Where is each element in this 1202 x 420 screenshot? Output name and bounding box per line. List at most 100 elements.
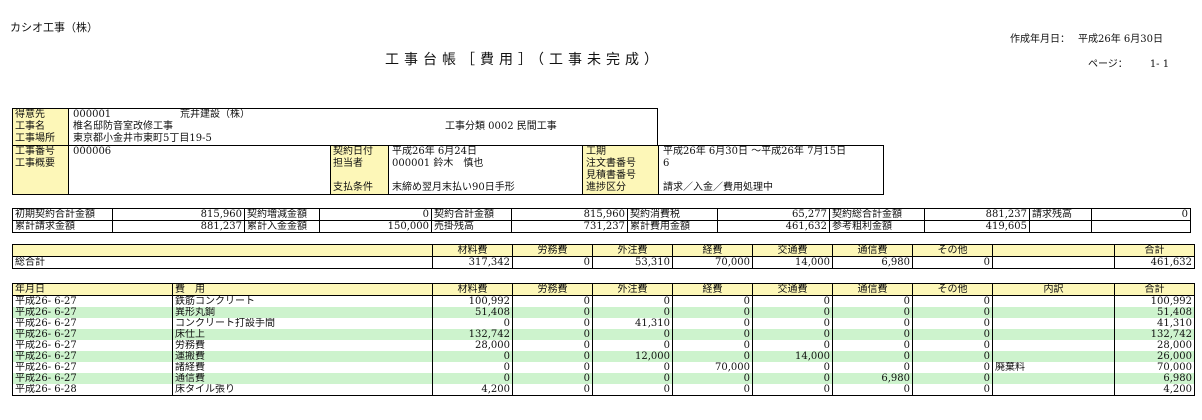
row-amount: 0 [672,307,753,318]
row-total: 132,742 [1114,329,1195,340]
row-amount: 0 [672,351,753,362]
company-name: カシオ工事（株） [10,21,98,34]
row-item: 通信費 [172,373,433,384]
info-lower-divider-4 [582,145,583,195]
detail-header: 労務費 [512,283,593,296]
detail-header: 交通費 [752,283,833,296]
table-row: 平成26- 6-27 通信費 0 0 0 0 0 6,980 0 6,980 [12,373,1195,384]
progress-status: 請求／入金／費用処理中 [663,182,773,193]
summary-header-blank [12,244,433,257]
row-date: 平成26- 6-27 [12,351,173,362]
row-amount: 0 [912,351,993,362]
created-date-label: 作成年月日： [1010,34,1070,45]
table-row: 平成26- 6-27 労務費 28,000 0 0 0 0 0 0 28,000 [12,340,1195,351]
row-amount: 0 [912,307,993,318]
amount-value: 461,632 [717,220,830,233]
order-no: 6 [663,158,670,169]
row-amount: 0 [592,307,673,318]
summary-value: 0 [512,256,593,269]
row-item: 異形丸鋼 [172,307,433,318]
amount-value: 419,605 [924,220,1030,233]
detail-header: その他 [912,283,993,296]
amount-label: 初期契約合計金額 [12,208,113,221]
detail-header-row: 年月日 費 用 材料費 労務費 外注費 経費 交通費 通信費 その他 内訳 合計 [12,283,1195,296]
created-date: 作成年月日： 平成26年 6月30日 [1010,35,1163,45]
summary-header: 交通費 [752,244,833,257]
row-item: 諸経費 [172,362,433,373]
table-row: 平成26- 6-27 床仕上 132,742 0 0 0 0 0 0 132,742 [12,329,1195,340]
row-amount: 0 [512,351,593,362]
summary-value: 70,000 [672,256,753,269]
row-amount: 0 [752,362,833,373]
amount-value: 0 [319,208,432,221]
table-row: 平成26- 6-27 諸経費 0 0 0 70,000 0 0 0 廃棄料 70,000 [12,362,1195,373]
row-amount: 0 [912,329,993,340]
row-amount: 0 [832,307,913,318]
detail-header: 通信費 [832,283,913,296]
customer-label: 得意先 [15,109,45,120]
row-amount: 0 [432,362,513,373]
summary-row-label: 総合計 [12,256,433,269]
detail-table: 年月日 費 用 材料費 労務費 外注費 経費 交通費 通信費 その他 内訳 合計… [12,283,1195,396]
table-row: 平成26- 6-28 床タイル張り 4,200 0 0 0 0 0 0 4,200 [12,384,1195,396]
table-row: 平成26- 6-27 異形丸鋼 51,408 0 0 0 0 0 0 51,408 [12,307,1195,318]
row-note [992,295,1115,307]
amount-label: 請求残高 [1029,208,1092,221]
summary-value: 461,632 [1114,256,1195,269]
table-row: 平成26- 6-27 コンクリート打設手間 0 0 41,310 0 0 0 0 41,310 [12,318,1195,329]
page-title: 工事台帳［費用］（工事未完成） [385,52,663,68]
created-date-value: 平成26年 6月30日 [1078,34,1163,45]
contract-date-label: 契約日付 [333,146,373,157]
row-note [992,318,1115,329]
row-note [992,307,1115,318]
row-amount: 0 [832,329,913,340]
row-amount: 0 [672,318,753,329]
detail-header: 年月日 [12,283,173,296]
row-amount: 0 [752,373,833,384]
period-label: 工期 [586,146,606,157]
staff-label: 担当者 [333,158,363,169]
row-amount: 0 [832,340,913,351]
row-amount: 0 [752,318,833,329]
detail-header: 内訳 [992,283,1115,296]
amount-value: 881,237 [924,208,1030,221]
row-amount: 0 [432,373,513,384]
row-amount: 0 [432,318,513,329]
row-total: 51,408 [1114,307,1195,318]
payment-label: 支払条件 [333,182,373,193]
row-date: 平成26- 6-27 [12,329,173,340]
project-name-label: 工事名 [15,121,45,132]
site-label: 工事場所 [15,133,55,144]
detail-header: 合計 [1114,283,1195,296]
amount-value: 815,960 [112,208,245,221]
row-amount: 0 [672,295,753,307]
estimate-no-label: 見積書番号 [586,170,636,181]
info-lower-divider-1 [68,145,69,195]
summary-value-blank [992,256,1115,269]
summary-header-blank [992,244,1115,257]
row-amount: 0 [512,362,593,373]
row-amount: 4,200 [432,384,513,396]
amount-label: 契約増減金額 [244,208,320,221]
row-amount: 0 [752,307,833,318]
row-total: 28,000 [1114,340,1195,351]
row-amount: 0 [912,318,993,329]
project-name: 椎名邸防音室改修工事 [73,121,173,132]
row-total: 100,992 [1114,295,1195,307]
row-amount: 0 [512,295,593,307]
row-date: 平成26- 6-27 [12,373,173,384]
project-no: 000006 [73,146,112,157]
amount-blank [1029,220,1092,233]
table-row: 平成26- 6-27 鉄筋コンクリート 100,992 0 0 0 0 0 0 100,992 [12,295,1195,307]
row-date: 平成26- 6-28 [12,384,173,396]
summary-header: 外注費 [592,244,673,257]
row-amount: 70,000 [672,362,753,373]
amount-label: 売掛残高 [431,220,512,233]
row-amount: 0 [672,329,753,340]
row-amount: 0 [912,362,993,373]
customer-name: 荒井建設（株） [180,109,250,120]
summary-value: 14,000 [752,256,833,269]
project-no-label: 工事番号 [15,146,55,157]
row-amount: 0 [672,373,753,384]
summary-value: 6,980 [832,256,913,269]
